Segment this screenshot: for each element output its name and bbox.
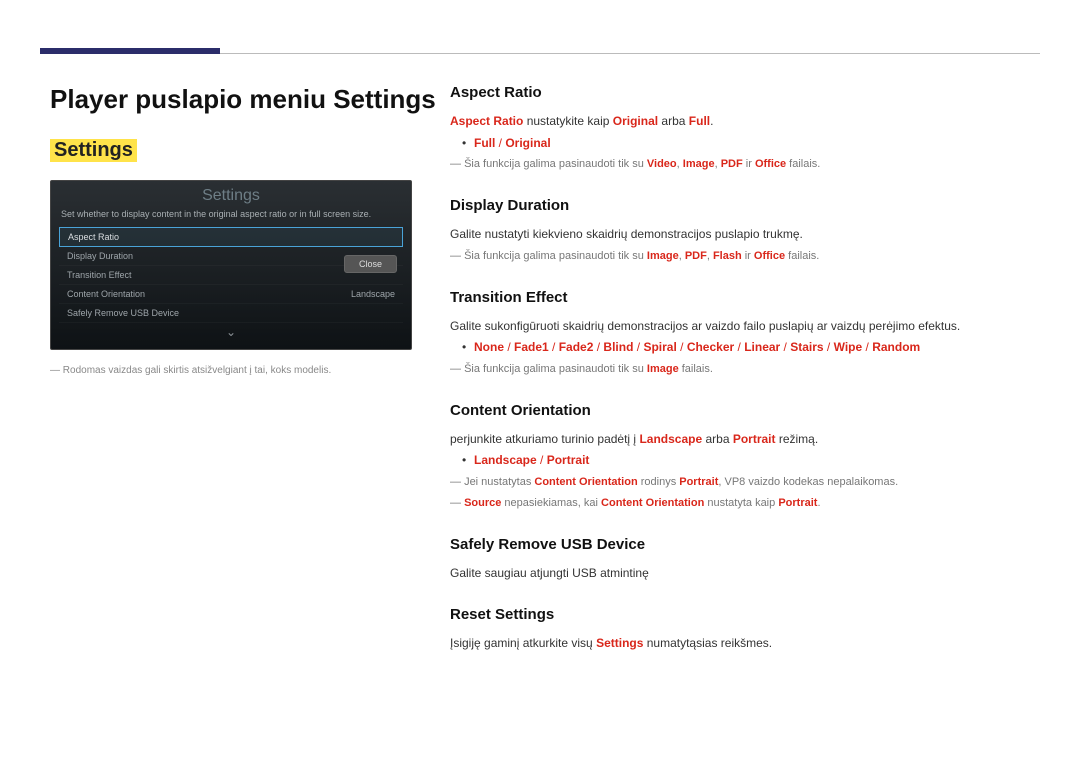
menu-item-label: Aspect Ratio — [68, 232, 119, 242]
topic-text: Galite nustatyti kiekvieno skaidrių demo… — [450, 224, 1040, 246]
topic-display-duration: Display Duration Galite nustatyti kiekvi… — [450, 197, 1040, 266]
option-list: None / Fade1 / Fade2 / Blind / Spiral / … — [450, 337, 1040, 359]
topic-title: Content Orientation — [450, 402, 1040, 419]
topic-text: perjunkite atkuriamo turinio padėtį į La… — [450, 429, 1040, 451]
section-title: Settings — [50, 139, 137, 162]
menu-item-label: Transition Effect — [67, 270, 132, 280]
page-body: Player puslapio meniu Settings Settings … — [0, 54, 1080, 677]
chevron-down-icon[interactable]: ⌄ — [51, 323, 411, 339]
topic-text: Galite sukonfigūruoti skaidrių demonstra… — [450, 316, 1040, 338]
topic-aspect-ratio: Aspect Ratio Aspect Ratio nustatykite ka… — [450, 84, 1040, 175]
topic-transition-effect: Transition Effect Galite sukonfigūruoti … — [450, 289, 1040, 380]
menu-item-label: Display Duration — [67, 251, 133, 261]
topic-text: Įsigiję gaminį atkurkite visų Settings n… — [450, 633, 1040, 655]
menu-item-value: Landscape — [351, 289, 395, 299]
menu-item-content-orientation[interactable]: Content Orientation Landscape — [59, 285, 403, 304]
menu-item-label: Content Orientation — [67, 289, 145, 299]
menu-item-safely-remove-usb[interactable]: Safely Remove USB Device — [59, 304, 403, 323]
device-description: Set whether to display content in the or… — [51, 209, 411, 227]
topic-title: Display Duration — [450, 197, 1040, 214]
device-menu: Aspect Ratio Display Duration Transition… — [59, 227, 403, 323]
topic-reset-settings: Reset Settings Įsigiję gaminį atkurkite … — [450, 606, 1040, 655]
left-column: Player puslapio meniu Settings Settings … — [50, 84, 440, 677]
page-title: Player puslapio meniu Settings — [50, 84, 440, 115]
device-screenshot: Settings Set whether to display content … — [50, 180, 412, 350]
option-list: Landscape / Portrait — [450, 450, 1040, 472]
topic-note: Jei nustatytas Content Orientation rodin… — [450, 472, 1040, 493]
menu-item-aspect-ratio[interactable]: Aspect Ratio — [59, 227, 403, 247]
topic-title: Reset Settings — [450, 606, 1040, 623]
topic-text: Aspect Ratio nustatykite kaip Original a… — [450, 111, 1040, 133]
close-button[interactable]: Close — [344, 255, 397, 273]
topic-title: Aspect Ratio — [450, 84, 1040, 101]
topic-note: Source nepasiekiamas, kai Content Orient… — [450, 493, 1040, 514]
rule-line — [220, 53, 1040, 54]
option-list: Full / Original — [450, 133, 1040, 155]
topic-title: Safely Remove USB Device — [450, 536, 1040, 553]
topic-content-orientation: Content Orientation perjunkite atkuriamo… — [450, 402, 1040, 514]
right-column: Aspect Ratio Aspect Ratio nustatykite ka… — [440, 84, 1040, 677]
topic-note: Šia funkcija galima pasinaudoti tik su I… — [450, 246, 1040, 267]
device-title: Settings — [51, 181, 411, 209]
topic-title: Transition Effect — [450, 289, 1040, 306]
topic-text: Galite saugiau atjungti USB atmintinę — [450, 563, 1040, 585]
top-rule — [40, 0, 1040, 54]
rule-accent — [40, 48, 220, 54]
image-disclaimer: Rodomas vaizdas gali skirtis atsižvelgia… — [50, 364, 440, 378]
topic-note: Šia funkcija galima pasinaudoti tik su I… — [450, 359, 1040, 380]
topic-safely-remove-usb: Safely Remove USB Device Galite saugiau … — [450, 536, 1040, 585]
topic-note: Šia funkcija galima pasinaudoti tik su V… — [450, 154, 1040, 175]
menu-item-label: Safely Remove USB Device — [67, 308, 179, 318]
